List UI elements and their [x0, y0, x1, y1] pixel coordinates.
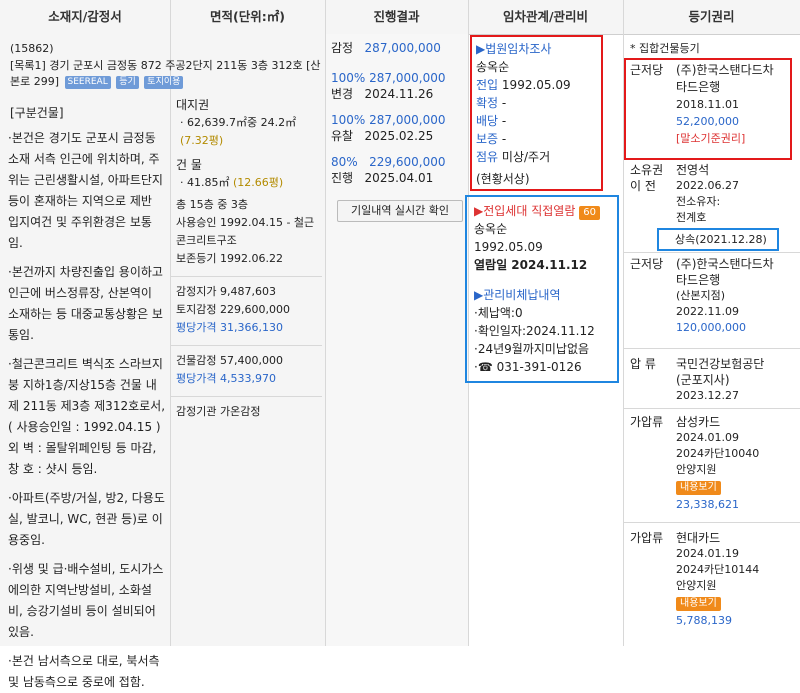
header-rights: 등기권리 [688, 9, 735, 24]
occupancy-row: 점유 미상/주거 [476, 150, 551, 164]
registration-info: 보존등기 1992.06.22 [176, 252, 283, 265]
mgmt-title[interactable]: ▶관리비체납내역 [474, 286, 614, 304]
divider [170, 396, 322, 397]
land-appraisal: 감정지가 9,487,603 [176, 285, 276, 298]
result-row: 80% 229,600,000 진행 2025.04.01 [331, 155, 446, 185]
resident-date: 1992.05.09 [474, 240, 543, 254]
right-amount: 5,788,139 [676, 614, 732, 627]
header-area: 면적(단위:㎡) [210, 9, 285, 24]
divider [170, 0, 171, 646]
land-right-label: 대지권 [176, 98, 210, 112]
right-amount: 120,000,000 [676, 321, 746, 334]
resident-title: ▶전입세대 직접열람 [474, 204, 576, 218]
divider [624, 408, 800, 409]
right-amount: 52,200,000 [676, 115, 739, 128]
building-type-header: [구분건물] [10, 106, 64, 120]
area-details: 대지권 · 62,639.7㎡중 24.2㎡ (7.32평) 건 물 · 41.… [170, 96, 322, 421]
seereal-tag[interactable]: SEEREAL [64, 75, 111, 89]
appraisal-row: 감정 287,000,000 [331, 41, 441, 55]
court-lease-title[interactable]: ▶법원임차조사 [476, 40, 596, 58]
view-content-button[interactable]: 내용보기 [676, 597, 721, 611]
land-right-value: · 62,639.7㎡중 24.2㎡ (7.32평) [180, 116, 297, 147]
header-lease: 임차관계/관리비 [502, 9, 589, 24]
address-block: [목록1] 경기 군포시 금정동 872 주공2단지 211동 3층 312호 … [10, 58, 325, 90]
move-in-row: 전입 1992.05.09 [476, 78, 571, 92]
mgmt-line: ·확인일자:2024.11.12 [474, 324, 595, 338]
divider [624, 252, 800, 253]
description-list: ·본건은 경기도 군포시 금정동 소재 서측 인근에 위치하며, 주위는 근린생… [8, 128, 166, 693]
table-header: 소재지/감정서 면적(단위:㎡) 진행결과 임차관계/관리비 등기권리 [0, 0, 800, 35]
result-row: 100% 287,000,000 유찰 2025.02.25 [331, 113, 446, 143]
divider [170, 345, 322, 346]
description-paragraph: ·본건까지 차량진출입 용이하고 인근에 버스정류장, 산본역이 소재하는 등 … [8, 265, 163, 342]
description-paragraph: ·아파트(주방/거실, 방2, 다용도실, 발코니, WC, 현관 등)로 이용… [8, 491, 165, 547]
resident-badge: 60 [579, 206, 600, 220]
description-paragraph: ·철근콘크리트 벽식조 스라브지붕 지하1층/지상15층 건물 내 제 211동… [8, 357, 166, 476]
inheritance-note: 상속(2021.12.28) [675, 233, 767, 246]
deposit-row: 보증 - [476, 132, 507, 146]
registry-tag[interactable]: 등기 [116, 75, 139, 89]
land-use-tag[interactable]: 토지이용 [144, 75, 184, 89]
land-gamjeong: 토지감정 229,600,000 [176, 303, 290, 316]
view-content-button[interactable]: 내용보기 [676, 481, 721, 495]
land-pyeong: (7.32평) [180, 134, 224, 147]
resident-view: ▶전입세대 직접열람 60 송옥순 1992.05.09 열람일 2024.11… [474, 202, 614, 376]
right-amount: 23,338,621 [676, 498, 739, 511]
divider [325, 0, 326, 646]
description-paragraph: ·본건은 경기도 군포시 금정동 소재 서측 인근에 위치하며, 주위는 근린생… [8, 131, 163, 250]
building-label: 건 물 [176, 158, 202, 172]
view-date: 열람일 2024.11.12 [474, 258, 588, 272]
status-note: (현황서상) [476, 172, 530, 186]
rights-title: * 집합건물등기 [630, 42, 700, 55]
approval-info: 사용승인 1992.04.15 - 철근콘크리트구조 [176, 216, 315, 247]
history-check-button[interactable]: 기일내역 실시간 확인 [337, 200, 463, 222]
description-paragraph: ·위생 및 급·배수설비, 도시가스에의한 지역난방설비, 소화설비, 승강기설… [8, 562, 164, 639]
floor-info: 총 15층 중 3층 [176, 198, 248, 211]
result-row: 100% 287,000,000 변경 2024.11.26 [331, 71, 446, 101]
mgmt-line: ·체납액:0 [474, 306, 523, 320]
mgmt-phone: ·☎ 031-391-0126 [474, 360, 582, 374]
divider [624, 522, 800, 523]
building-value: · 41.85㎡ (12.66평) [180, 176, 284, 189]
base-right-label: [말소기준권리] [676, 132, 746, 145]
land-unit-price: 평당가격 31,366,130 [176, 321, 283, 334]
tenant-name: 송옥순 [476, 60, 510, 74]
dividend-row: 배당 - [476, 114, 507, 128]
auction-detail-table: 소재지/감정서 면적(단위:㎡) 진행결과 임차관계/관리비 등기권리 (158… [0, 0, 800, 689]
header-location: 소재지/감정서 [48, 9, 122, 24]
resident-name: 송옥순 [474, 222, 508, 236]
fixed-row: 확정 - [476, 96, 507, 110]
result-details: 감정 287,000,000 100% 287,000,000 변경 2024.… [331, 40, 466, 186]
resident-title-row[interactable]: ▶전입세대 직접열람 60 [474, 202, 614, 220]
appraisal-agency: 감정기관 가온감정 [176, 405, 261, 418]
description-paragraph: ·본건 남서측으로 대로, 북서측 및 남동측으로 중로에 접함. [8, 654, 160, 689]
mgmt-line: ·24년9월까지미납없음 [474, 342, 590, 356]
building-unit-price: 평당가격 4,533,970 [176, 372, 276, 385]
divider [624, 348, 800, 349]
building-pyeong: (12.66평) [233, 176, 284, 189]
court-lease-survey: ▶법원임차조사 송옥순 전입 1992.05.09 확정 - 배당 - 보증 -… [476, 40, 596, 188]
divider [170, 276, 322, 277]
header-result: 진행결과 [373, 9, 420, 24]
building-gamjeong: 건물감정 57,400,000 [176, 354, 283, 367]
postal-code: (15862) [10, 42, 54, 55]
